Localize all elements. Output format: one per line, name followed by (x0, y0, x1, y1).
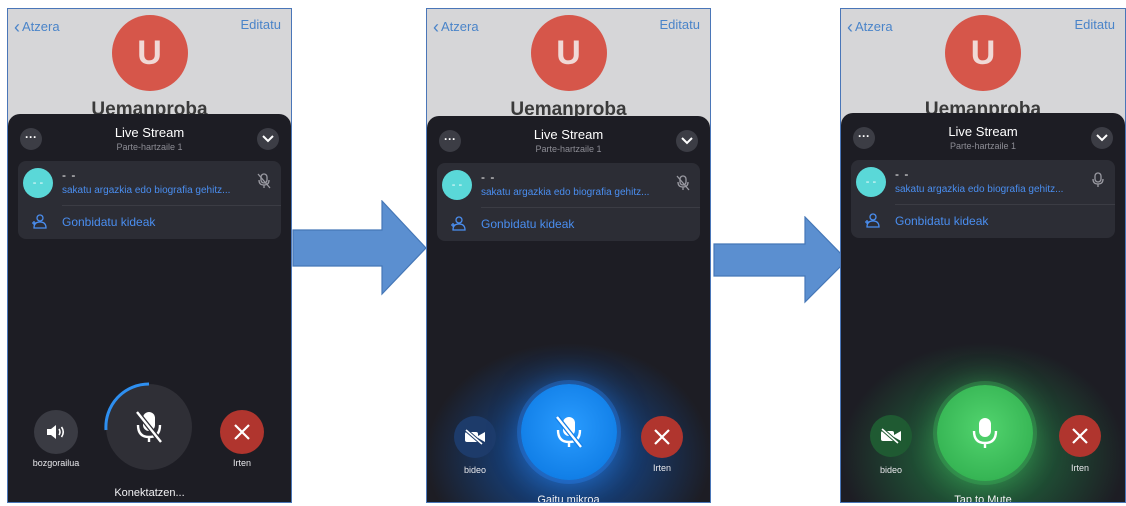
participant-bio-hint[interactable]: sakatu argazkia edo biografia gehitz... (62, 185, 252, 196)
collapse-button[interactable] (676, 130, 698, 152)
edit-button[interactable]: Editatu (1075, 17, 1115, 32)
panel-title: Live Stream (114, 125, 185, 140)
screen-live: ‹ Atzera Editatu U Uemanproba ··· Live St… (840, 8, 1126, 503)
participant-bio-hint[interactable]: sakatu argazkia edo biografia gehitz... (895, 184, 1085, 195)
close-icon (234, 424, 250, 440)
video-off-icon (464, 429, 485, 445)
chevron-down-icon (1096, 134, 1108, 142)
speaker-button[interactable] (34, 410, 78, 454)
arrow-right-icon (713, 216, 848, 304)
chevron-left-icon: ‹ (14, 17, 20, 37)
participant-name: - - (481, 170, 496, 184)
invite-members-link[interactable]: Gonbidatu kideak (62, 215, 155, 229)
back-label: Atzera (855, 19, 893, 34)
chevron-left-icon: ‹ (847, 17, 853, 37)
invite-members-link[interactable]: Gonbidatu kideak (481, 217, 574, 231)
add-person-icon (32, 214, 47, 229)
group-avatar: U (945, 15, 1021, 91)
leave-button[interactable] (641, 416, 683, 458)
chevron-left-icon: ‹ (433, 17, 439, 37)
leave-label: Irten (652, 463, 671, 473)
collapse-button[interactable] (257, 128, 279, 150)
close-icon (654, 429, 670, 445)
panel-title: Live Stream (948, 124, 1018, 139)
video-label: bideo (879, 465, 903, 475)
card-divider (895, 204, 1115, 205)
participant-avatar[interactable]: - - (856, 167, 886, 197)
add-person-icon (451, 216, 466, 231)
mic-muted-icon (555, 415, 583, 449)
participant-name: - - (895, 167, 910, 181)
back-button[interactable]: ‹ Atzera (433, 17, 479, 38)
connection-status: Konektatzen... (114, 487, 185, 499)
edit-button[interactable]: Editatu (660, 17, 700, 32)
live-stream-panel: ··· Live Stream Parte-hartzaile 1 - - - … (427, 116, 710, 502)
live-stream-panel: ··· Live Stream Parte-hartzaile 1 - - - … (841, 113, 1125, 502)
close-icon (1072, 428, 1088, 444)
add-person-icon (865, 213, 880, 228)
mic-status: Gaitu mikroa (537, 494, 600, 503)
mic-button[interactable] (521, 384, 617, 480)
panel-subtitle: Parte-hartzaile 1 (949, 141, 1017, 151)
screen-connecting: ‹ Atzera Editatu U Uemanproba ··· Live St… (7, 8, 292, 503)
back-label: Atzera (441, 19, 479, 34)
mic-status: Tap to Mute (954, 494, 1012, 503)
back-button[interactable]: ‹ Atzera (847, 17, 893, 38)
card-divider (62, 205, 281, 206)
participants-card: - - - - sakatu argazkia edo biografia ge… (18, 161, 281, 239)
mic-icon (1092, 172, 1104, 187)
video-off-icon (880, 428, 901, 444)
mic-muted-icon (676, 175, 690, 191)
group-avatar: U (111, 15, 188, 91)
participants-card: - - - - sakatu argazkia edo biografia ge… (437, 163, 700, 241)
leave-button[interactable] (1059, 415, 1101, 457)
chevron-down-icon (262, 135, 274, 143)
card-divider (481, 207, 700, 208)
mic-icon (972, 418, 998, 448)
collapse-button[interactable] (1091, 127, 1113, 149)
video-button[interactable] (870, 415, 912, 457)
leave-label: Irten (232, 458, 251, 468)
leave-label: Irten (1070, 463, 1089, 473)
back-button[interactable]: ‹ Atzera (14, 17, 60, 38)
video-button[interactable] (454, 416, 496, 458)
panel-subtitle: Parte-hartzaile 1 (116, 142, 183, 152)
leave-button[interactable] (220, 410, 264, 454)
live-stream-panel: ··· Live Stream Parte-hartzaile 1 - - - … (8, 114, 291, 502)
speaker-icon (47, 425, 65, 439)
chevron-down-icon (681, 137, 693, 145)
video-label: bideo (463, 465, 487, 475)
edit-button[interactable]: Editatu (241, 17, 281, 32)
mic-button[interactable] (937, 385, 1033, 481)
participant-avatar[interactable]: - - (23, 168, 53, 198)
mic-muted-icon (257, 173, 271, 189)
participant-avatar[interactable]: - - (442, 170, 472, 200)
invite-members-link[interactable]: Gonbidatu kideak (895, 214, 988, 228)
screen-mic-off: ‹ Atzera Editatu U Uemanproba ··· Live St… (426, 8, 711, 503)
connecting-progress-ring (104, 382, 150, 431)
participant-bio-hint[interactable]: sakatu argazkia edo biografia gehitz... (481, 187, 671, 198)
panel-title: Live Stream (533, 127, 604, 142)
participants-card: - - - - sakatu argazkia edo biografia ge… (851, 160, 1115, 238)
speaker-label: bozgorailua (32, 458, 80, 468)
back-label: Atzera (22, 19, 60, 34)
arrow-right-icon (292, 200, 427, 296)
group-avatar: U (530, 15, 607, 91)
panel-subtitle: Parte-hartzaile 1 (535, 144, 602, 154)
participant-name: - - (62, 168, 77, 182)
